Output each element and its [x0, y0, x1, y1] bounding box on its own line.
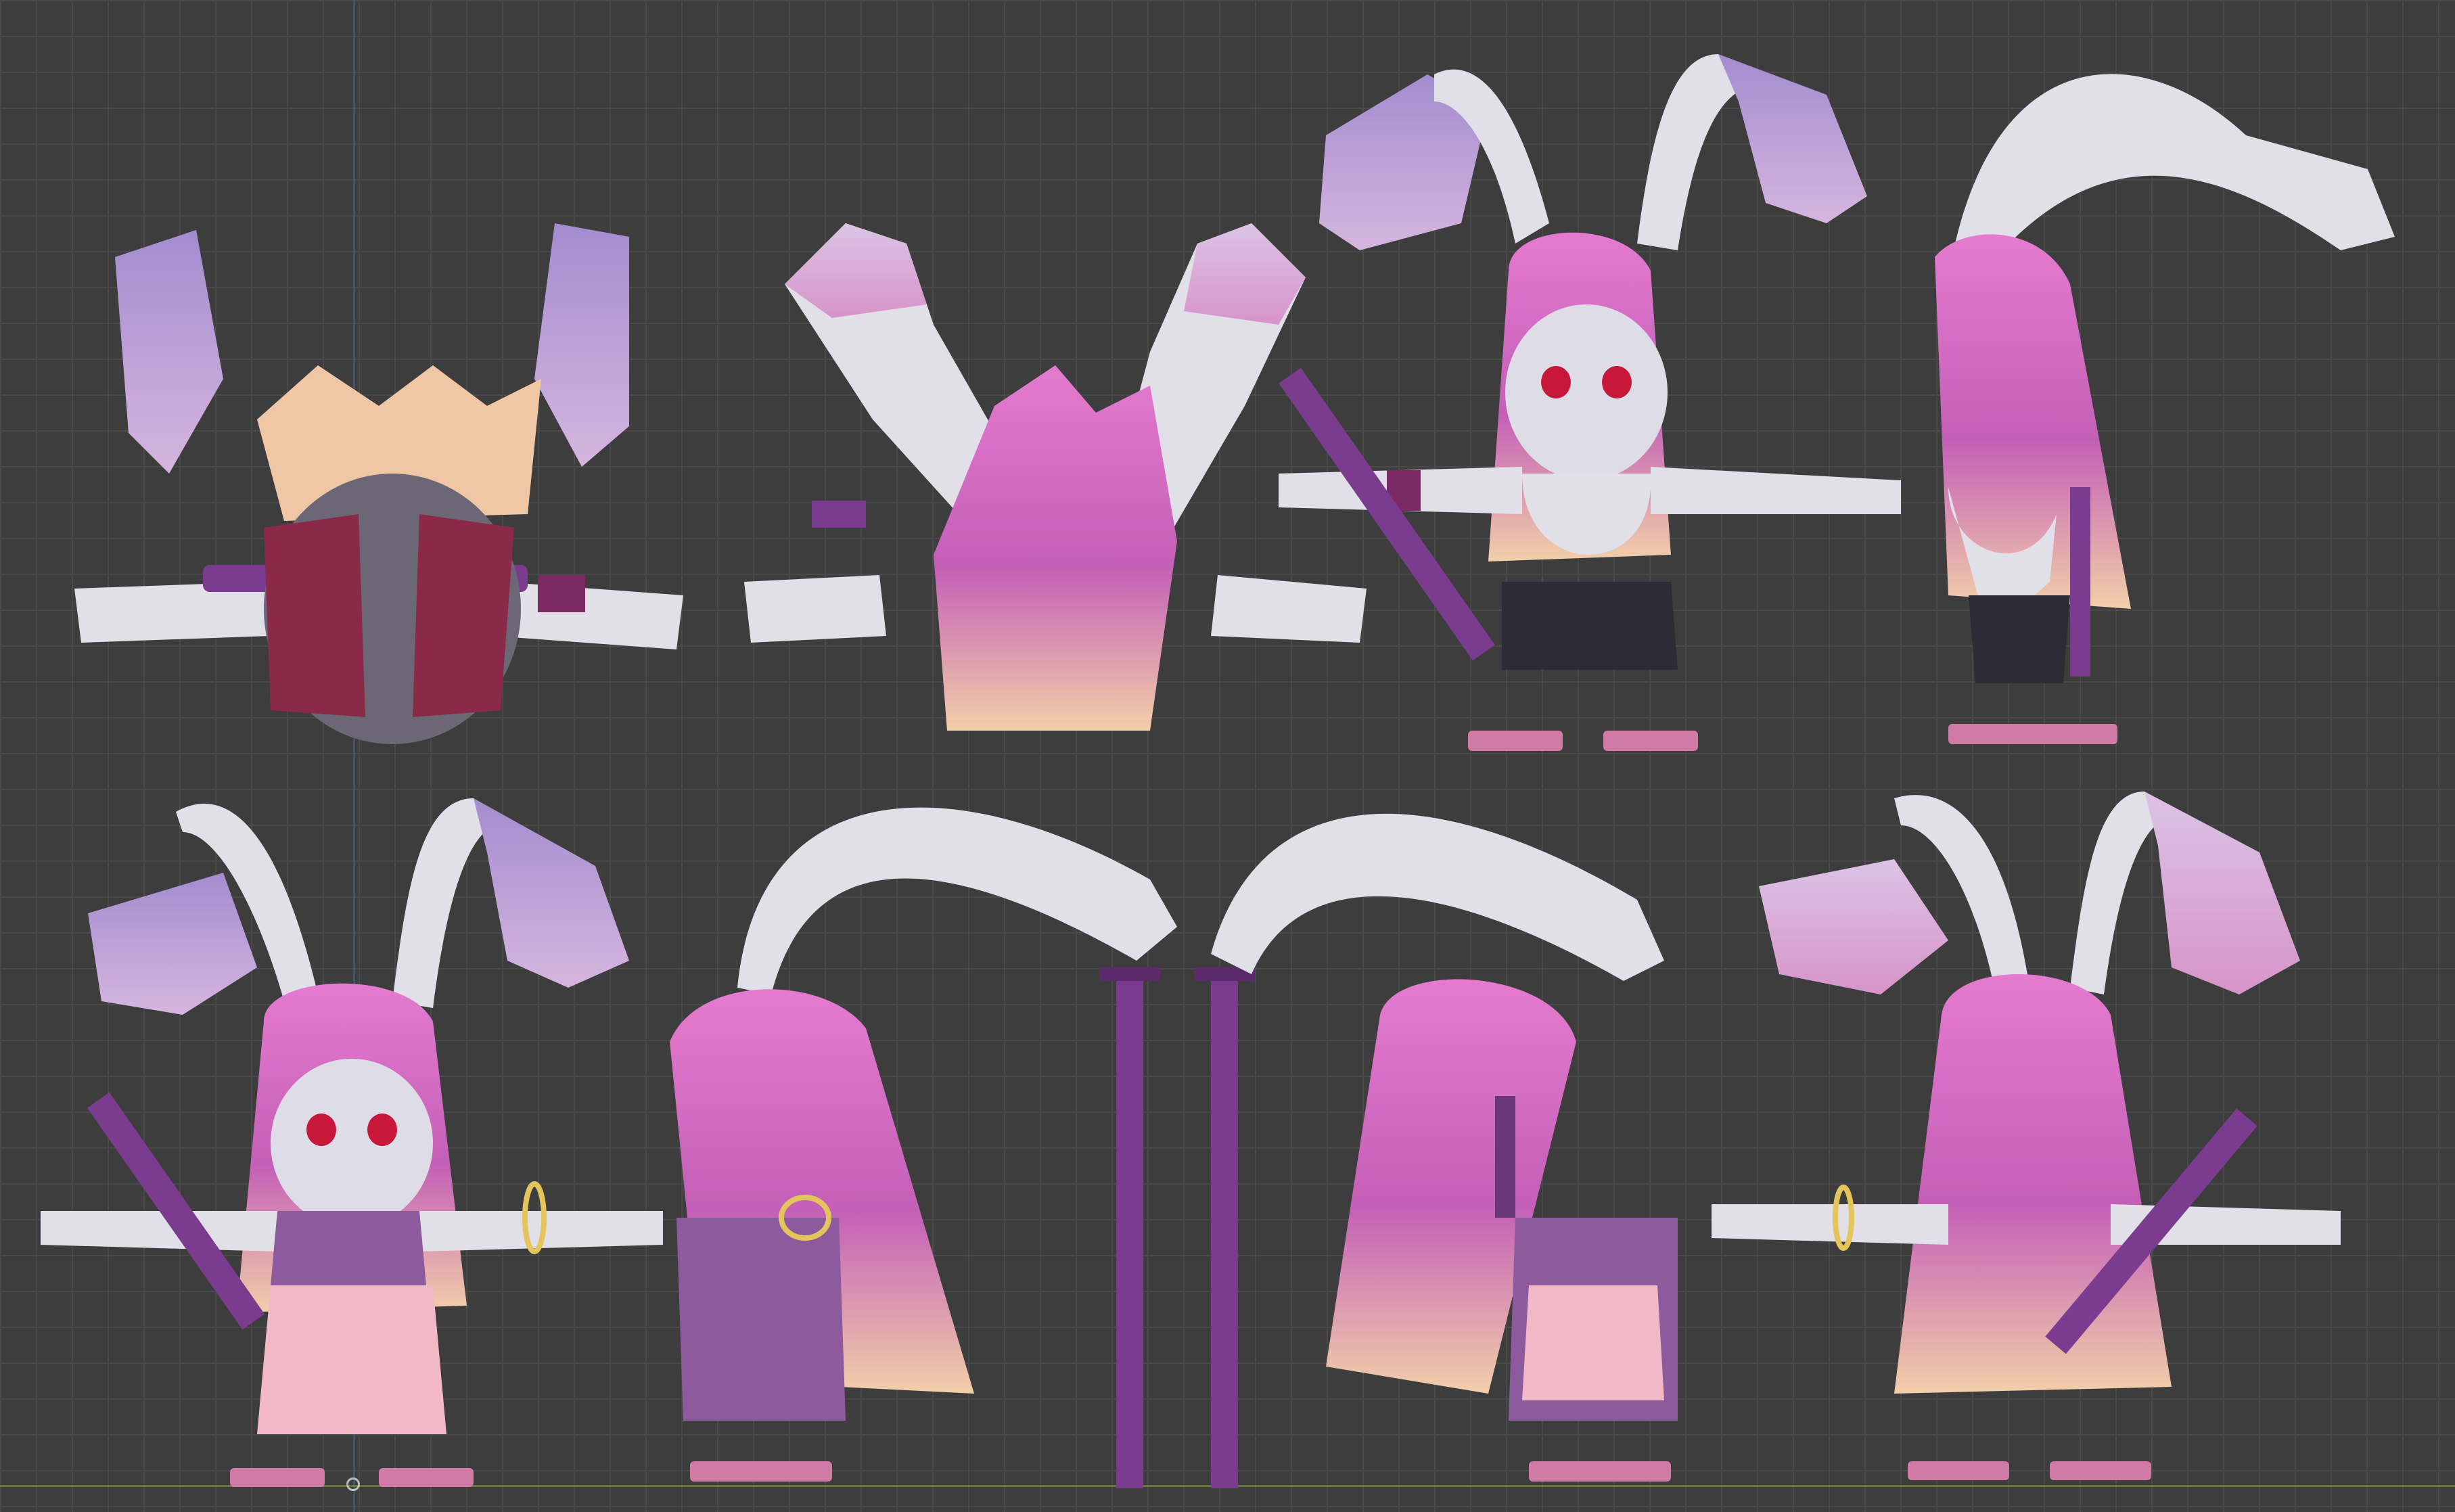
- arm-left: [1712, 1204, 1948, 1245]
- arm-right: [494, 582, 683, 649]
- arm-right: [1651, 467, 1901, 514]
- ear-long-right: [1211, 813, 1664, 981]
- skirt-apron: [257, 1285, 446, 1434]
- ear-left: [115, 230, 223, 474]
- sword-left-pommel: [1099, 967, 1160, 981]
- ear-right: [392, 798, 494, 1008]
- sword-left: [1116, 974, 1143, 1488]
- sandal-right: [2050, 1461, 2151, 1480]
- armor-chest: [271, 1211, 426, 1285]
- eye-right: [367, 1114, 397, 1146]
- view-side-right: [1326, 979, 1678, 1482]
- eye-right: [1602, 366, 1632, 398]
- view-back: [1712, 792, 2341, 1480]
- view-bottom: [744, 223, 1367, 731]
- sandal-left: [230, 1468, 325, 1487]
- view-top: [74, 223, 683, 744]
- ear-flop-left: [88, 873, 257, 1015]
- sword-right: [1211, 974, 1238, 1488]
- pants: [1502, 582, 1678, 670]
- view-front-nude: [1279, 54, 1901, 751]
- ear-right: [2070, 792, 2165, 994]
- armor-body: [676, 1218, 846, 1421]
- sword-handle: [1495, 1096, 1515, 1218]
- ear-flop-right: [2144, 792, 2300, 994]
- arm-right: [1211, 575, 1367, 643]
- foot-left: [264, 514, 365, 717]
- eye-left: [1541, 366, 1571, 398]
- sandal: [1948, 724, 2117, 744]
- wristband: [538, 575, 585, 612]
- skirt-apron: [1522, 1285, 1664, 1400]
- pants: [1969, 595, 2070, 683]
- face: [1505, 304, 1668, 480]
- 3d-viewport[interactable]: [0, 0, 2455, 1512]
- sandal-left: [1468, 731, 1563, 751]
- sandal-right: [379, 1468, 474, 1487]
- ear-right: [1637, 54, 1745, 250]
- face: [271, 1059, 433, 1228]
- ear-long: [1955, 74, 2395, 250]
- sandal-left: [1908, 1461, 2009, 1480]
- foot-right: [413, 514, 514, 717]
- view-side-nude: [1935, 74, 2395, 744]
- arm-left: [744, 575, 886, 643]
- ear-long: [737, 807, 1177, 994]
- ear-flop-right: [474, 798, 629, 988]
- view-side-left: [670, 807, 1177, 1482]
- sandal: [1529, 1461, 1671, 1482]
- view-front: [41, 798, 663, 1487]
- character-views: [41, 54, 2395, 1488]
- ear-flop-left: [1759, 859, 1948, 994]
- eye-left: [306, 1114, 336, 1146]
- hair-back: [1894, 974, 2172, 1394]
- sword-side: [2070, 487, 2090, 677]
- sandal-right: [1603, 731, 1698, 751]
- ear-flop-right: [1718, 54, 1867, 223]
- ear-right: [534, 223, 629, 467]
- arm-left: [41, 1211, 277, 1252]
- sword-bottom: [812, 501, 866, 528]
- sandal: [690, 1461, 832, 1482]
